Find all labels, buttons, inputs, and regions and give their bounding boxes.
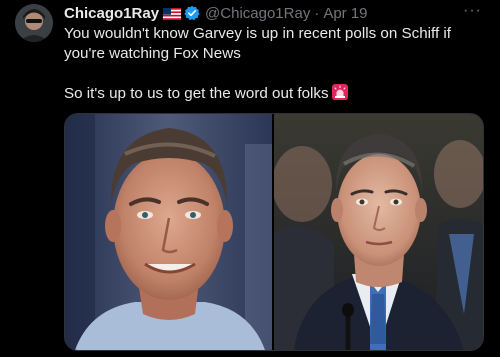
avatar[interactable]: [15, 4, 53, 42]
post-text: You wouldn't know Garvey is up in recent…: [64, 24, 484, 104]
post-text-line-2: So it's up to us to get the word out fol…: [64, 85, 329, 102]
post-header: Chicago1Ray @Chicago1Ray · Apr 19: [64, 3, 368, 23]
post-media[interactable]: [64, 113, 484, 351]
post-text-line-2-wrapper: So it's up to us to get the word out fol…: [64, 84, 484, 104]
us-flag-icon: [163, 7, 182, 20]
post-text-line-1: You wouldn't know Garvey is up in recent…: [64, 25, 452, 62]
tweet[interactable]: Chicago1Ray @Chicago1Ray · Apr 19 ··· Yo…: [0, 0, 500, 357]
verified-badge-icon: [184, 5, 200, 21]
photo-right[interactable]: [272, 114, 483, 350]
more-options-icon[interactable]: ···: [463, 2, 482, 20]
post-date[interactable]: Apr 19: [323, 5, 367, 22]
separator-dot: ·: [314, 4, 320, 22]
display-name[interactable]: Chicago1Ray: [64, 5, 159, 22]
user-handle[interactable]: @Chicago1Ray: [205, 5, 310, 22]
siren-emoji-icon: [331, 84, 348, 100]
photo-left[interactable]: [65, 114, 272, 350]
